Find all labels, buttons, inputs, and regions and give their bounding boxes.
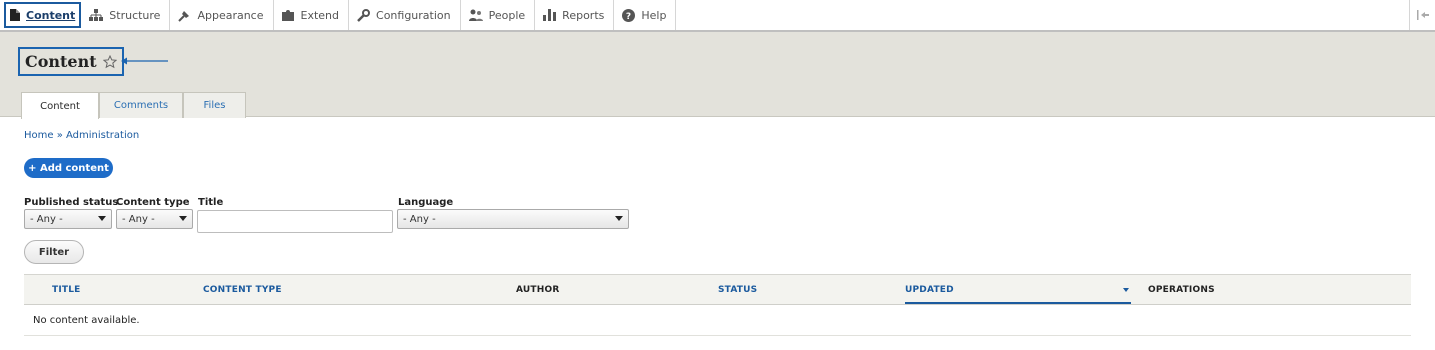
title-filter-label: Title xyxy=(198,197,224,208)
tab-files[interactable]: Files xyxy=(183,92,246,118)
content-type-select[interactable]: - Any - xyxy=(116,209,193,229)
structure-icon xyxy=(89,9,104,21)
toolbar-item-structure[interactable]: Structure xyxy=(81,0,171,30)
column-header-title[interactable]: TITLE xyxy=(52,285,81,295)
help-icon: ? xyxy=(622,8,636,22)
chevron-down-icon xyxy=(179,216,187,221)
tab-comments[interactable]: Comments xyxy=(99,92,183,118)
toolbar-item-label: People xyxy=(488,8,526,22)
collapse-icon xyxy=(1416,10,1429,20)
extend-icon xyxy=(281,10,294,21)
toolbar-item-label: Structure xyxy=(109,8,161,22)
published-status-value: - Any - xyxy=(30,213,63,225)
page-header: Content Content Comments Files xyxy=(0,32,1435,119)
table-header: TITLE CONTENT TYPE AUTHOR STATUS UPDATED… xyxy=(24,274,1411,305)
language-select[interactable]: - Any - xyxy=(397,209,629,229)
toolbar-item-label: Extend xyxy=(300,8,340,22)
reports-icon xyxy=(543,9,557,21)
toolbar-item-extend[interactable]: Extend xyxy=(274,0,350,30)
title-filter-input[interactable] xyxy=(197,210,393,233)
toolbar-item-label: Help xyxy=(641,8,667,22)
column-header-updated[interactable]: UPDATED xyxy=(905,285,954,295)
toolbar-collapse-button[interactable] xyxy=(1409,0,1435,30)
column-header-author: AUTHOR xyxy=(516,285,560,295)
toolbar-item-label: Appearance xyxy=(197,8,264,22)
toolbar-item-people[interactable]: People xyxy=(461,0,536,30)
chevron-down-icon xyxy=(615,216,623,221)
toolbar-item-content[interactable]: Content xyxy=(4,2,82,28)
published-status-select[interactable]: - Any - xyxy=(24,209,112,229)
admin-toolbar: Content Structure Appearance Extend Conf… xyxy=(0,0,1435,32)
toolbar-item-configuration[interactable]: Configuration xyxy=(349,0,461,30)
toolbar-item-label: Reports xyxy=(562,8,605,22)
content-type-label: Content type xyxy=(116,197,190,208)
content-icon xyxy=(10,9,20,21)
column-header-content-type[interactable]: CONTENT TYPE xyxy=(203,285,282,295)
svg-text:?: ? xyxy=(626,12,631,22)
arrow-icon xyxy=(121,57,168,65)
page-title: Content xyxy=(25,52,97,71)
breadcrumb[interactable]: Home » Administration xyxy=(24,130,139,141)
column-header-operations: OPERATIONS xyxy=(1148,285,1215,295)
toolbar-item-appearance[interactable]: Appearance xyxy=(170,0,274,30)
primary-tabs: Content Comments Files xyxy=(21,91,246,119)
content-type-value: - Any - xyxy=(122,213,155,225)
table-row: No content available. xyxy=(24,305,1411,336)
toolbar-item-label: Content xyxy=(26,8,76,22)
active-sort-indicator xyxy=(905,302,1131,304)
add-content-button[interactable]: + Add content xyxy=(24,158,113,178)
tab-content[interactable]: Content xyxy=(21,92,99,119)
published-status-label: Published status xyxy=(24,197,119,208)
filter-button[interactable]: Filter xyxy=(24,240,84,264)
appearance-icon xyxy=(178,10,190,22)
empty-message: No content available. xyxy=(33,315,140,326)
sort-descending-icon xyxy=(1123,288,1129,292)
column-header-status[interactable]: STATUS xyxy=(718,285,757,295)
toolbar-item-label: Configuration xyxy=(376,8,451,22)
page-title-box: Content xyxy=(18,47,124,76)
language-value: - Any - xyxy=(403,213,436,225)
chevron-down-icon xyxy=(98,216,106,221)
people-icon xyxy=(468,9,483,21)
configuration-icon xyxy=(357,8,371,22)
toolbar-item-reports[interactable]: Reports xyxy=(535,0,615,30)
language-label: Language xyxy=(398,197,454,208)
star-icon[interactable] xyxy=(102,54,117,69)
toolbar-item-help[interactable]: ? Help xyxy=(614,0,677,30)
